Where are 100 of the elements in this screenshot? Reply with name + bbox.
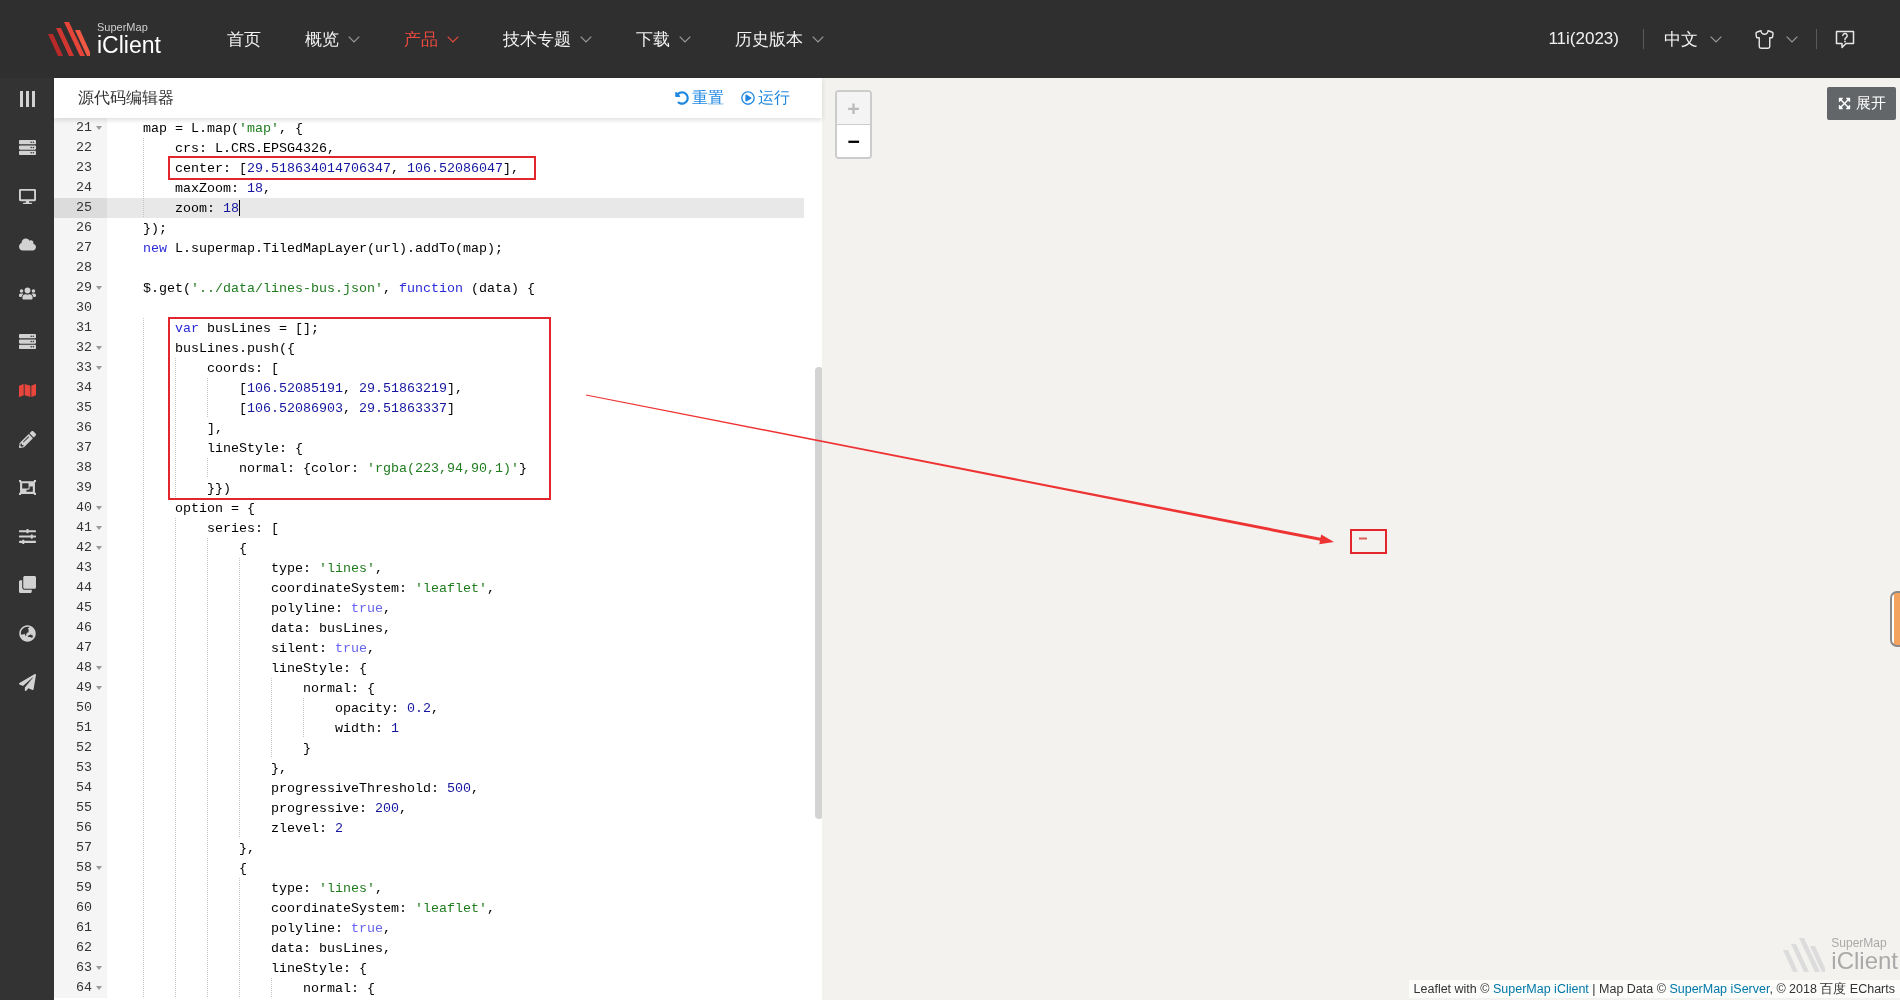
line-number: 30 [76,299,92,317]
code-line: lineStyle: { [271,660,367,676]
nav-tab[interactable]: 下载 [636,27,691,51]
code-line: silent: true, [271,640,375,656]
line-number: 41 [76,519,92,537]
line-number: 63 [76,959,92,977]
code-line: normal: { [303,980,375,996]
paper-plane-icon[interactable] [18,673,36,691]
side-handle-icon[interactable] [1890,591,1900,647]
line-number: 31 [76,319,92,337]
line-number: 62 [76,939,92,957]
line-number: 55 [76,799,92,817]
help-icon[interactable] [1835,29,1855,49]
language-dropdown[interactable]: 中文 [1664,27,1722,51]
code-line: }); [143,220,167,236]
code-line: type: 'lines', [271,560,383,576]
fold-arrow-icon[interactable] [96,366,102,370]
zoom-out-button[interactable]: − [837,124,870,157]
line-number: 54 [76,779,92,797]
scrollbar-thumb[interactable] [815,367,822,819]
code-line: series: [ [207,520,279,536]
line-number: 23 [76,159,92,177]
code-line: }, [239,840,255,856]
fold-arrow-icon[interactable] [96,686,102,690]
version-link[interactable]: 11i(2023) [1548,29,1619,49]
pencil-icon[interactable] [18,430,36,448]
line-number: 32 [76,339,92,357]
line-number: 36 [76,419,92,437]
code-line: $.get('../data/lines-bus.json', function (data) { [143,280,535,296]
code-line: coords: [ [207,360,279,376]
line-number: 47 [76,639,92,657]
line-number: 45 [76,599,92,617]
line-number: 39 [76,479,92,497]
logo-icon [48,22,90,56]
code-line: normal: {color: 'rgba(223,94,90,1)'} [239,460,527,476]
code-line: data: busLines, [271,620,391,636]
line-number: 59 [76,879,92,897]
line-number: 60 [76,899,92,917]
route-line-icon [1359,537,1367,540]
fold-arrow-icon[interactable] [96,866,102,870]
theme-dropdown[interactable] [1754,28,1798,50]
code-line: busLines.push({ [175,340,295,356]
nav-tab[interactable]: 首页 [227,27,261,51]
attribution-link[interactable]: SuperMap iServer [1669,982,1770,996]
code-line: lineStyle: { [207,440,303,456]
server-icon[interactable] [18,139,36,157]
line-number: 25 [76,199,92,217]
line-number: 27 [76,239,92,257]
copy-icon[interactable] [18,576,36,594]
text-cursor-icon [239,200,240,216]
fold-arrow-icon[interactable] [96,346,102,350]
map-icon[interactable] [18,382,36,400]
line-number: 58 [76,859,92,877]
line-number: 35 [76,399,92,417]
fold-arrow-icon[interactable] [96,986,102,990]
code-line: progressiveThreshold: 500, [271,780,479,796]
code-line: crs: L.CRS.EPSG4326, [175,140,335,156]
reset-button[interactable]: 重置 [675,87,724,109]
fold-arrow-icon[interactable] [96,966,102,970]
code-line: coordinateSystem: 'leaflet', [271,900,495,916]
vertical-bars-icon[interactable] [19,91,35,107]
fold-arrow-icon[interactable] [96,126,102,130]
sliders-icon[interactable] [18,527,36,545]
code-line: maxZoom: 18, [175,180,271,196]
fold-arrow-icon[interactable] [96,666,102,670]
expand-button[interactable]: 展开 [1827,87,1896,120]
code-line: { [239,540,247,556]
line-number: 61 [76,919,92,937]
nav-tab[interactable]: 历史版本 [735,27,824,51]
reset-icon [675,91,689,105]
code-line: var busLines = []; [175,320,319,336]
code-line: }, [271,760,287,776]
expand-icon [1838,97,1851,110]
server-icon[interactable] [18,333,36,351]
nav-tab[interactable]: 产品 [404,27,459,51]
frame-icon[interactable] [18,479,36,497]
fold-arrow-icon[interactable] [96,546,102,550]
line-number: 51 [76,719,92,737]
chevron-down-icon [1786,35,1798,43]
code-line: polyline: true, [271,600,391,616]
code-editor[interactable] [54,118,822,1000]
attribution-text: Leaflet with © SuperMap iClient | Map Data © SuperMap iServer, © 2018 百度 ECharts [1408,980,1900,998]
monitor-icon[interactable] [18,187,36,205]
globe-icon[interactable] [18,625,36,643]
run-button[interactable]: 运行 [741,87,790,109]
line-number: 48 [76,659,92,677]
code-line: zlevel: 2 [271,820,343,836]
nav-tab[interactable]: 技术专题 [503,27,592,51]
line-number: 24 [76,179,92,197]
attribution-link[interactable]: SuperMap iClient [1492,982,1589,996]
fold-arrow-icon[interactable] [96,286,102,290]
line-number: 43 [76,559,92,577]
nav-tab[interactable]: 概览 [305,27,360,51]
code-line: zoom: 18 [175,200,239,216]
fold-arrow-icon[interactable] [96,506,102,510]
line-number: 22 [76,139,92,157]
code-line: new L.supermap.TiledMapLayer(url).addTo(map); [143,240,503,256]
code-line: } [303,740,311,756]
editor-title: 源代码编辑器 [78,87,174,109]
fold-arrow-icon[interactable] [96,526,102,530]
